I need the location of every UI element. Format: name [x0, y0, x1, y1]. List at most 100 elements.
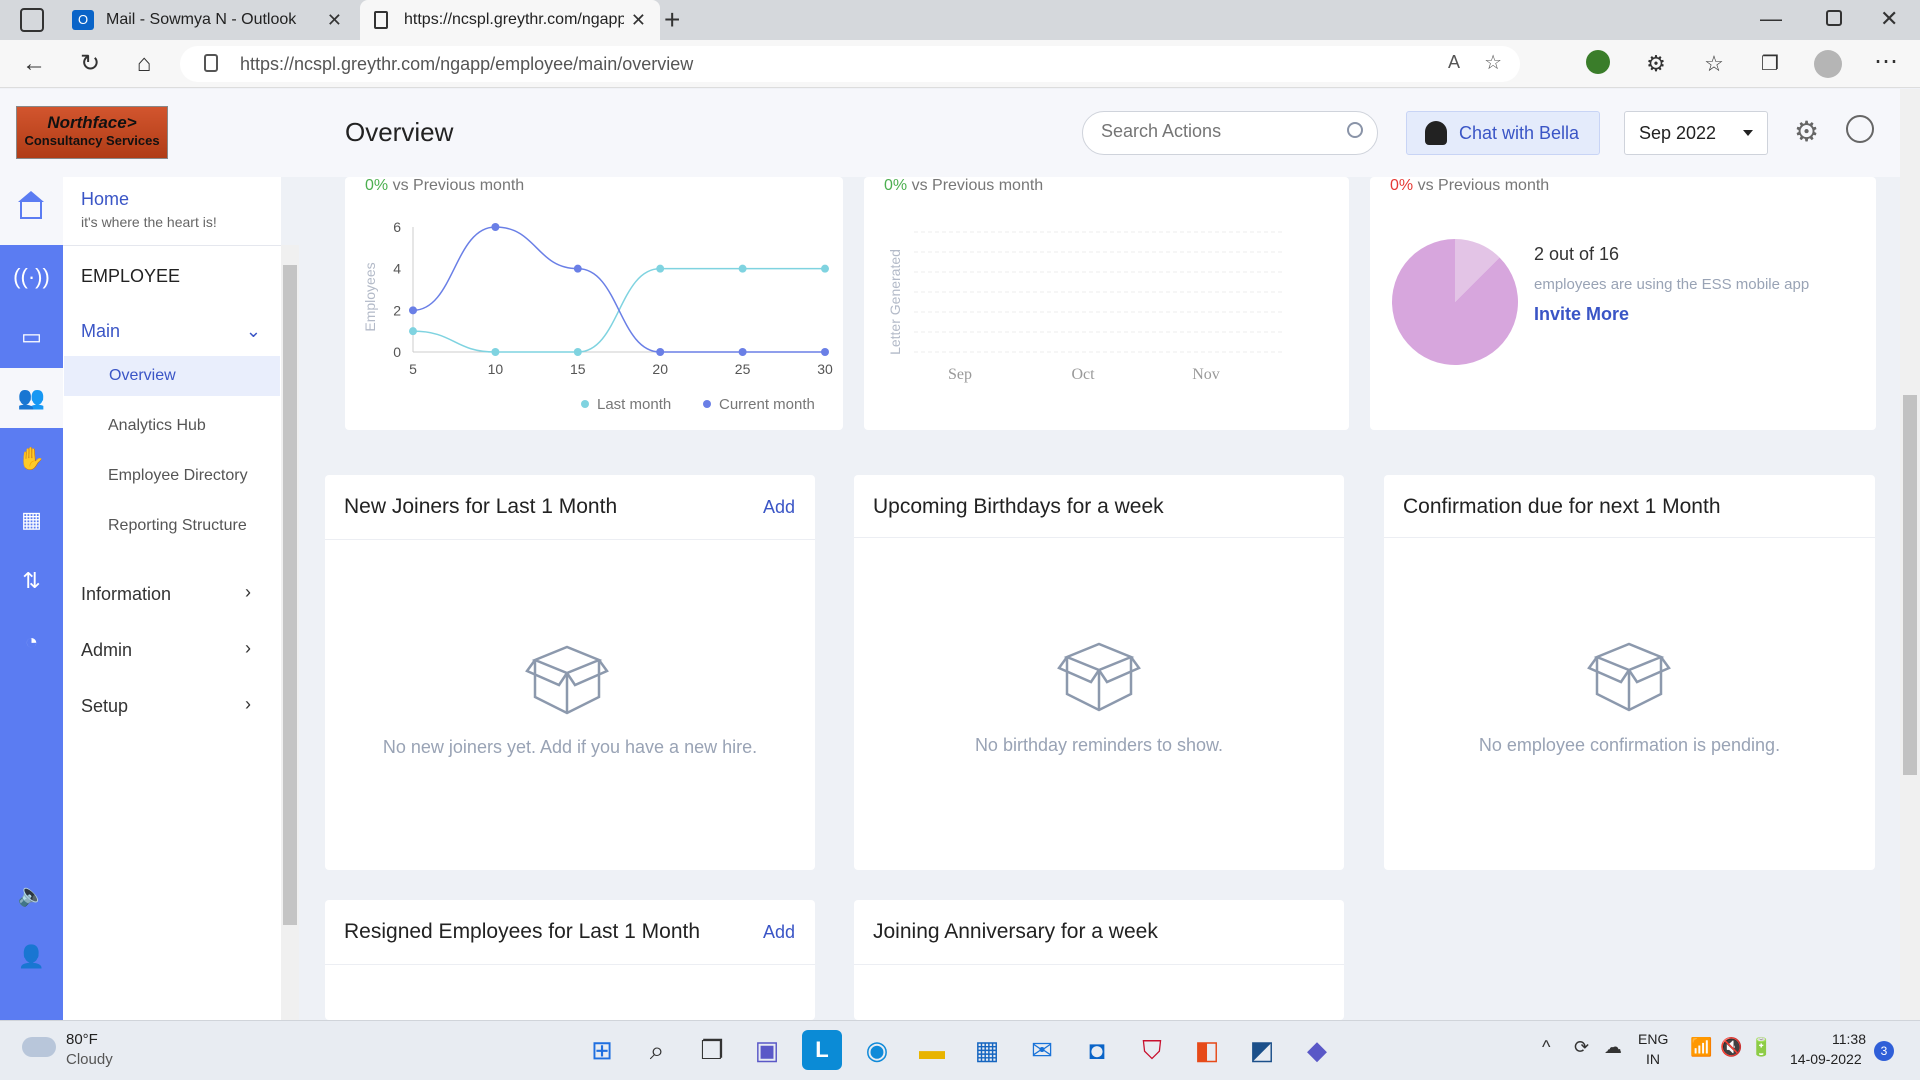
chat-with-bella-button[interactable]: Chat with Bella	[1406, 111, 1600, 155]
sidebar-item-overview[interactable]: Overview	[64, 356, 280, 396]
invite-more-link[interactable]: Invite More	[1534, 304, 1629, 325]
close-icon[interactable]: ✕	[327, 10, 342, 31]
sidebar-item-admin[interactable]: Admin ›	[81, 638, 251, 661]
tab-outlook[interactable]: O Mail - Sowmya N - Outlook ✕	[56, 0, 356, 40]
empty-box-icon	[1587, 632, 1671, 716]
favorites-icon[interactable]: ☆	[1694, 44, 1734, 84]
tab-greythr[interactable]: https://ncspl.greythr.com/ngapp ✕	[360, 0, 660, 40]
profile-avatar[interactable]	[1814, 50, 1842, 78]
teams-icon[interactable]: ◆	[1297, 1030, 1337, 1070]
sidebar-item-employee-directory[interactable]: Employee Directory	[108, 467, 248, 485]
start-icon[interactable]: ⊞	[582, 1030, 622, 1070]
refresh-icon[interactable]: ↻	[70, 44, 110, 84]
collections-icon[interactable]: ❐	[1750, 44, 1790, 84]
company-logo[interactable]: Northface> Consultancy Services	[16, 106, 168, 159]
sidebar-scrollbar[interactable]	[281, 245, 299, 1020]
resigned-card: Resigned Employees for Last 1 Month Add	[325, 900, 815, 1020]
task-view-icon[interactable]: ❐	[692, 1030, 732, 1070]
clock-time[interactable]: 11:38	[1832, 1031, 1866, 1047]
lang-region[interactable]: IN	[1646, 1051, 1660, 1067]
wifi-icon[interactable]: 📶	[1690, 1037, 1712, 1058]
notification-badge[interactable]: 3	[1874, 1041, 1894, 1061]
x-tick-label: 25	[735, 361, 751, 377]
minimize-button[interactable]: —	[1760, 6, 1782, 32]
scrollbar-thumb[interactable]	[1903, 395, 1917, 775]
sidebar-item-information[interactable]: Information ›	[81, 582, 251, 605]
divider	[63, 245, 281, 246]
empty-box-icon	[525, 635, 609, 719]
chat-label: Chat with Bella	[1459, 122, 1580, 143]
l-app-icon[interactable]: L	[802, 1030, 842, 1070]
url-field[interactable]: https://ncspl.greythr.com/ngapp/employee…	[180, 46, 1520, 82]
weather-text[interactable]: Cloudy	[66, 1051, 113, 1068]
clock-date[interactable]: 14-09-2022	[1790, 1051, 1862, 1067]
tab-actions-icon[interactable]	[20, 8, 44, 32]
close-icon[interactable]: ✕	[631, 10, 646, 31]
home-icon[interactable]: ⌂	[124, 44, 164, 84]
icon-rail: ((·)) ▭ 👥 ✋ ▦ ⇅ ◔ 🔈 👤	[0, 177, 63, 1020]
employees-icon[interactable]: 👥	[0, 368, 63, 428]
section-heading: EMPLOYEE	[81, 266, 181, 286]
bella-avatar-icon	[1425, 121, 1447, 145]
chat-taskbar-icon[interactable]: ▣	[747, 1030, 787, 1070]
sidebar-item-reporting-structure[interactable]: Reporting Structure	[108, 517, 247, 535]
calendar-icon[interactable]: ▦	[0, 490, 63, 550]
extensions-icon[interactable]: ⚙	[1636, 44, 1676, 84]
lang-code[interactable]: ENG	[1638, 1031, 1668, 1047]
outlook-taskbar-icon[interactable]: ◘	[1077, 1030, 1117, 1070]
chevron-right-icon: ›	[245, 638, 251, 658]
office-icon[interactable]: ◧	[1187, 1030, 1227, 1070]
logo-text: Northface>	[47, 113, 137, 132]
read-aloud-icon[interactable]: A	[1448, 52, 1460, 73]
back-icon[interactable]: ←	[14, 44, 54, 84]
window-close-button[interactable]: ✕	[1880, 6, 1898, 32]
mcafee-icon[interactable]: ⛉	[1132, 1030, 1172, 1070]
mail-icon[interactable]: ✉	[1022, 1030, 1062, 1070]
clipboard-icon[interactable]: ▭	[0, 307, 63, 367]
sidebar-home[interactable]: Home it's where the heart is!	[81, 189, 217, 230]
extension-icon[interactable]	[1586, 50, 1610, 74]
favorite-add-icon[interactable]: ☆	[1484, 50, 1502, 75]
dropdown-arrow-icon	[1743, 130, 1753, 136]
profile-icon[interactable]: 👤	[0, 927, 63, 987]
month-select[interactable]: Sep 2022	[1624, 111, 1768, 155]
tray-chevron-icon[interactable]: ^	[1542, 1037, 1550, 1058]
workflow-icon[interactable]: ⇅	[0, 551, 63, 611]
data-point	[738, 264, 747, 273]
new-tab-button[interactable]: +	[664, 4, 680, 36]
sidebar-item-setup[interactable]: Setup ›	[81, 694, 251, 717]
search-actions[interactable]	[1082, 111, 1378, 155]
birthdays-card: Upcoming Birthdays for a week No birthda…	[854, 475, 1344, 870]
sidebar-item-analytics-hub[interactable]: Analytics Hub	[108, 417, 206, 435]
restore-button[interactable]	[1826, 10, 1842, 26]
cloud-tray-icon[interactable]: ☁	[1604, 1037, 1622, 1058]
ess-pie-chart	[1392, 239, 1518, 365]
search-taskbar-icon[interactable]: ⌕	[637, 1030, 677, 1070]
scrollbar-thumb[interactable]	[283, 265, 297, 925]
weather-temp[interactable]: 80°F	[66, 1031, 98, 1048]
sync-icon[interactable]: ⟳	[1574, 1037, 1589, 1058]
ess-count: 2 out of 16	[1534, 244, 1620, 264]
page-scrollbar[interactable]	[1900, 89, 1920, 1020]
mute-icon[interactable]: 🔇	[1720, 1037, 1742, 1058]
edge-icon[interactable]: ◉	[857, 1030, 897, 1070]
sidebar-main[interactable]: Main ⌄	[81, 321, 261, 342]
remote-app-icon[interactable]: ◩	[1242, 1030, 1282, 1070]
battery-icon[interactable]: 🔋	[1750, 1037, 1772, 1058]
rail-home[interactable]	[0, 177, 63, 245]
file-explorer-icon[interactable]: ▬	[912, 1030, 952, 1070]
store-icon[interactable]: ▦	[967, 1030, 1007, 1070]
search-input[interactable]	[1101, 121, 1341, 142]
payroll-hand-icon[interactable]: ✋	[0, 429, 63, 489]
announcement-icon[interactable]: 🔈	[0, 865, 63, 925]
add-resigned-button[interactable]: Add	[763, 922, 795, 943]
reports-pie-icon[interactable]: ◔	[0, 612, 63, 672]
data-point	[573, 348, 582, 356]
engage-icon[interactable]: ((·))	[0, 247, 63, 307]
stat-pct: 0%	[365, 177, 389, 194]
search-icon[interactable]	[1347, 122, 1363, 138]
settings-gear-icon[interactable]: ⚙	[1794, 115, 1819, 148]
more-icon[interactable]: ⋯	[1866, 42, 1906, 82]
add-joiner-button[interactable]: Add	[763, 497, 795, 518]
power-icon[interactable]	[1846, 115, 1874, 143]
